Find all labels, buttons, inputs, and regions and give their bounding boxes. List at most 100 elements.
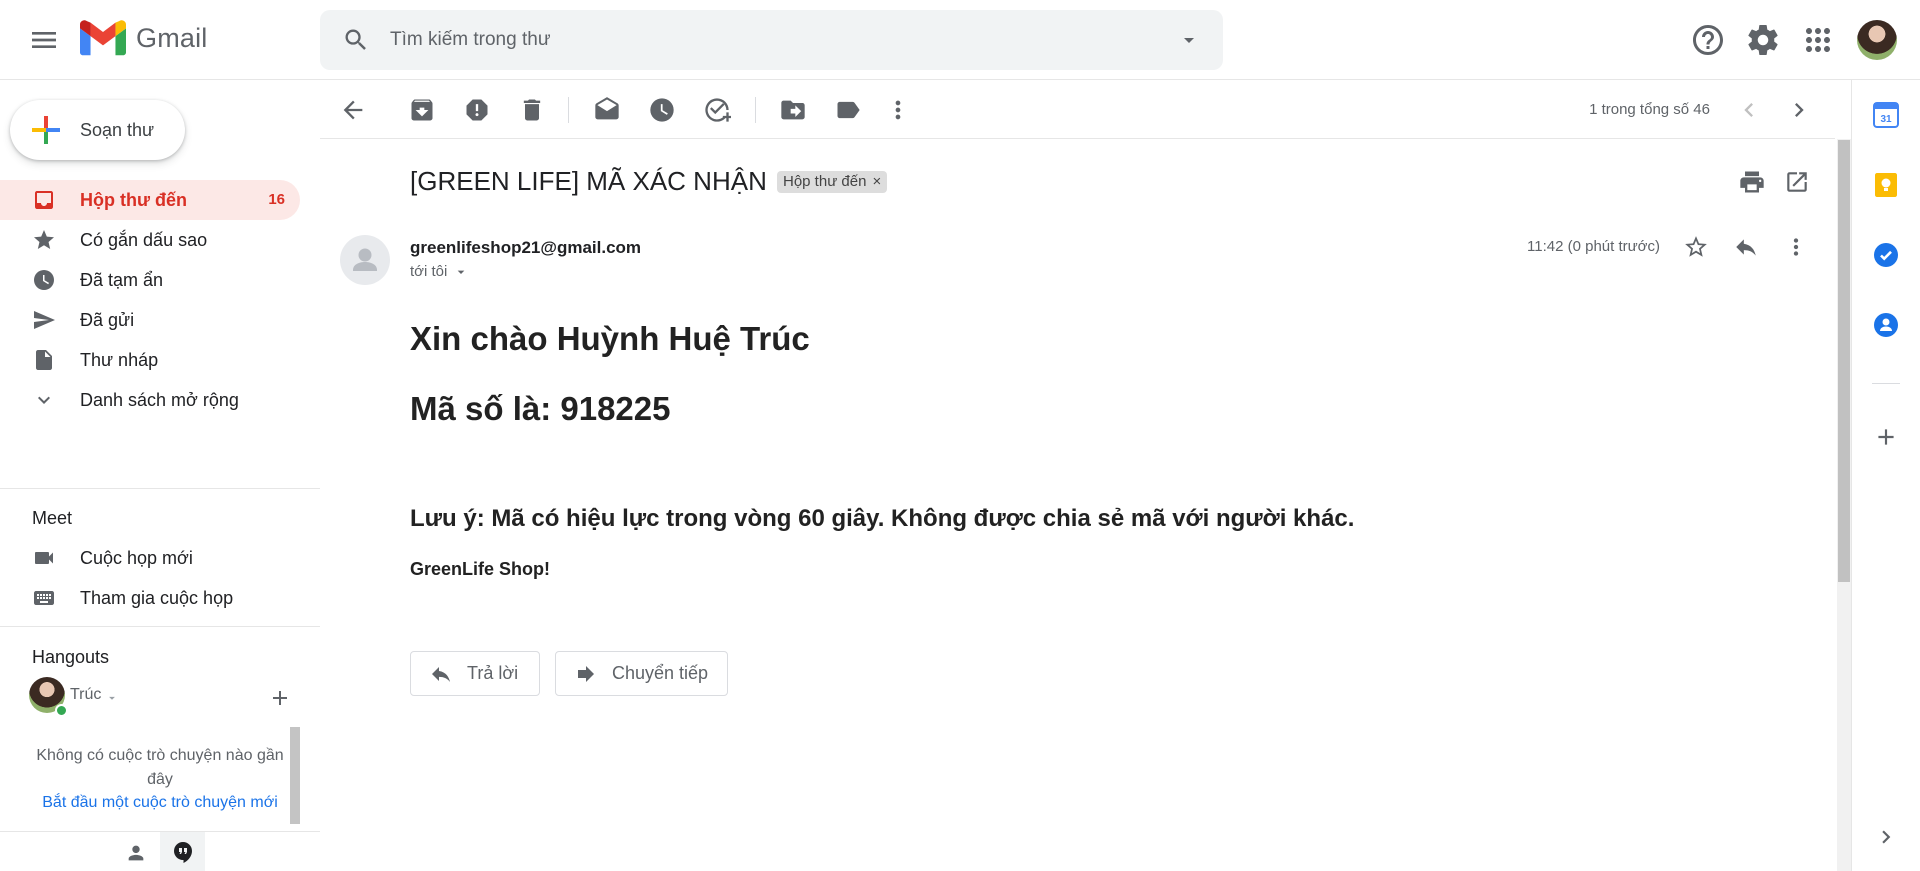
toolbar-separator xyxy=(755,97,756,123)
reply-action-label: Trả lời xyxy=(467,663,519,683)
label-icon xyxy=(837,101,860,119)
add-icon xyxy=(1878,429,1894,445)
contacts-icon xyxy=(1874,313,1898,337)
sender-avatar[interactable] xyxy=(340,235,390,285)
snooze-button[interactable] xyxy=(648,96,676,124)
sidebar-item-sent[interactable]: Đã gửi xyxy=(0,300,300,340)
forward-action-label: Chuyển tiếp xyxy=(612,663,709,683)
side-panel-divider xyxy=(1872,383,1900,384)
move-to-button[interactable] xyxy=(779,96,807,124)
clock-icon xyxy=(34,270,54,290)
sidebar-item-inbox[interactable]: Hộp thư đến 16 xyxy=(0,180,300,220)
caret-down-icon[interactable] xyxy=(105,691,119,705)
gmail-logo[interactable]: Gmail xyxy=(80,20,208,56)
reply-button[interactable] xyxy=(1733,234,1759,260)
search-input[interactable] xyxy=(390,24,1130,56)
reply-action-button[interactable]: Trả lời xyxy=(410,651,540,696)
mail-open-icon xyxy=(595,97,619,120)
keyboard-icon xyxy=(34,591,54,605)
keep-icon xyxy=(1875,173,1897,197)
add-to-tasks-button[interactable] xyxy=(703,96,731,124)
contacts-addon-button[interactable] xyxy=(1873,312,1899,338)
verification-code-line: Mã số là: 918225 xyxy=(410,390,671,427)
keep-addon-button[interactable] xyxy=(1873,172,1899,198)
meet-join-meeting[interactable]: Tham gia cuộc họp xyxy=(0,578,300,618)
print-all-button[interactable] xyxy=(1738,168,1766,196)
forward-action-button[interactable]: Chuyển tiếp xyxy=(555,651,728,696)
newer-button[interactable] xyxy=(1735,96,1763,124)
chevron-left-icon xyxy=(1744,103,1753,117)
meet-item-label: Tham gia cuộc họp xyxy=(80,588,234,608)
calendar-addon-button[interactable]: 31 xyxy=(1873,102,1899,128)
hangouts-section-title: Hangouts xyxy=(32,647,110,667)
search-bar xyxy=(320,10,1223,70)
search-options-button[interactable] xyxy=(1177,28,1201,52)
add-icon[interactable] xyxy=(268,686,292,710)
content-scrollbar-thumb[interactable] xyxy=(1838,140,1850,582)
settings-button[interactable] xyxy=(1745,22,1781,58)
hamburger-menu-icon xyxy=(32,32,56,48)
tasks-icon xyxy=(1874,243,1898,267)
google-apps-button[interactable] xyxy=(1800,22,1836,58)
mark-unread-button[interactable] xyxy=(593,96,621,124)
caret-down-icon xyxy=(458,270,465,274)
search-icon xyxy=(345,29,366,50)
older-button[interactable] xyxy=(1785,96,1813,124)
sidebar-item-snoozed[interactable]: Đã tạm ẩn xyxy=(0,260,300,300)
help-icon xyxy=(1693,25,1723,55)
open-new-window-button[interactable] xyxy=(1784,169,1810,195)
main-menu-button[interactable] xyxy=(28,24,60,56)
account-avatar[interactable] xyxy=(1857,20,1897,60)
hangouts-quote-icon xyxy=(174,842,192,863)
back-button[interactable] xyxy=(339,96,367,124)
sidebar-item-label: Danh sách mở rộng xyxy=(80,390,239,410)
sender-email[interactable]: greenlifeshop21@gmail.com xyxy=(410,238,641,258)
person-icon[interactable] xyxy=(125,842,147,864)
hangouts-tab[interactable] xyxy=(160,832,205,871)
unread-count-badge: 16 xyxy=(268,191,285,208)
search-button[interactable] xyxy=(342,26,370,54)
get-addons-button[interactable] xyxy=(1873,424,1899,450)
sidebar-item-starred[interactable]: Có gắn dấu sao xyxy=(0,220,300,260)
sidebar-divider xyxy=(0,626,320,627)
open-in-new-icon xyxy=(1787,172,1807,192)
message-note: Lưu ý: Mã có hiệu lực trong vòng 60 giây… xyxy=(410,505,1355,532)
star-button[interactable] xyxy=(1683,234,1709,260)
report-spam-button[interactable] xyxy=(463,96,491,124)
delete-button[interactable] xyxy=(518,96,546,124)
remove-label-button[interactable]: × xyxy=(872,171,881,193)
support-button[interactable] xyxy=(1690,22,1726,58)
inbox-label-chip: Hộp thư đến × xyxy=(777,171,888,193)
meet-new-meeting[interactable]: Cuộc họp mới xyxy=(0,538,300,578)
apps-grid-icon xyxy=(1806,28,1830,52)
tasks-addon-button[interactable] xyxy=(1873,242,1899,268)
more-vert-icon xyxy=(895,100,901,120)
hangouts-scrollbar[interactable] xyxy=(290,727,300,824)
inbox-icon xyxy=(35,191,53,209)
gear-icon xyxy=(1748,24,1778,55)
video-icon xyxy=(35,552,53,564)
sidebar-item-more[interactable]: Danh sách mở rộng xyxy=(0,380,300,420)
compose-plus-icon xyxy=(32,116,60,144)
start-chat-link[interactable]: Bắt đầu một cuộc trò chuyện mới xyxy=(30,794,290,812)
send-icon xyxy=(34,311,55,329)
sidebar-divider xyxy=(0,488,320,489)
report-icon xyxy=(466,99,488,121)
sidebar-item-label: Thư nháp xyxy=(80,350,159,370)
star-icon xyxy=(34,230,54,249)
print-icon xyxy=(1740,171,1764,193)
compose-button[interactable]: Soạn thư xyxy=(10,100,185,160)
recipient-details-toggle[interactable]: tới tôi xyxy=(410,263,469,280)
meet-item-label: Cuộc họp mới xyxy=(80,548,193,568)
archive-button[interactable] xyxy=(408,96,436,124)
hangouts-user-name[interactable]: Trúc xyxy=(70,686,101,704)
sidebar-item-drafts[interactable]: Thư nháp xyxy=(0,340,300,380)
star-outline-icon xyxy=(1685,236,1707,257)
labels-button[interactable] xyxy=(834,96,862,124)
sidebar-item-label: Đã gửi xyxy=(80,310,135,330)
svg-text:31: 31 xyxy=(1880,114,1892,125)
message-more-button[interactable] xyxy=(1783,234,1809,260)
show-side-panel-button[interactable] xyxy=(1873,824,1899,850)
more-actions-button[interactable] xyxy=(884,96,912,124)
recipient-text: tới tôi xyxy=(410,263,448,280)
